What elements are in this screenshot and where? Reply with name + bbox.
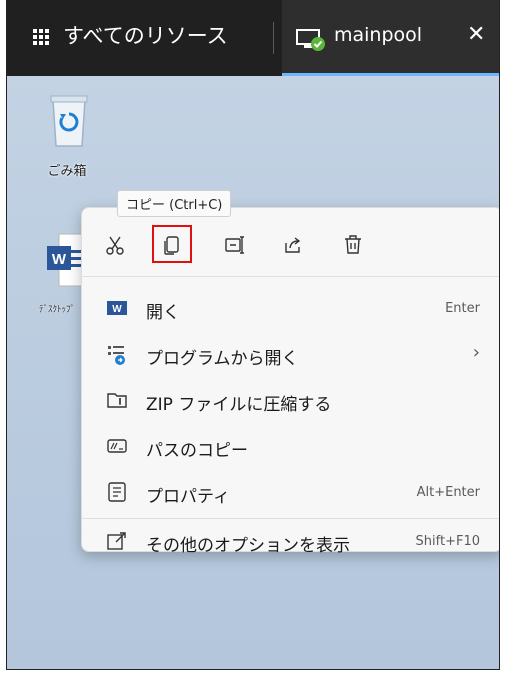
- svg-text:W: W: [52, 251, 67, 268]
- menu-item-label: ZIP ファイルに圧縮する: [146, 395, 332, 415]
- apps-grid-icon[interactable]: [33, 29, 49, 45]
- tab-label: mainpool: [334, 24, 423, 46]
- menu-item-open[interactable]: W 開く Enter: [82, 288, 499, 328]
- share-button[interactable]: [278, 230, 308, 260]
- open-with-icon: [108, 346, 125, 365]
- virtual-machine-icon: [296, 29, 325, 51]
- copy-button-highlight: [152, 225, 192, 263]
- copy-tooltip: コピー (Ctrl+C): [117, 190, 232, 217]
- remote-desktop-window: すべてのリソース mainpool ✕ ごみ箱 W ﾃﾞｽｸﾄｯﾌﾟ コピー (…: [6, 0, 500, 670]
- menu-item-copy-path[interactable]: パスのコピー: [82, 426, 499, 466]
- recycle-bin-icon[interactable]: [47, 90, 91, 150]
- cut-button[interactable]: [100, 230, 130, 260]
- trash-icon: [345, 235, 361, 254]
- top-bar: すべてのリソース mainpool ✕: [7, 0, 499, 76]
- zip-folder-icon: [107, 393, 127, 408]
- menu-item-label: その他のオプションを表示: [146, 536, 350, 556]
- tab-mainpool[interactable]: mainpool ✕: [282, 0, 499, 76]
- menu-item-label: プロパティ: [146, 487, 230, 507]
- menu-item-shortcut: Shift+F10: [415, 534, 480, 549]
- rename-button[interactable]: [220, 230, 250, 260]
- menu-separator: [82, 276, 499, 277]
- svg-text:W: W: [112, 304, 122, 315]
- copy-path-icon: [107, 439, 127, 453]
- menu-item-shortcut: Alt+Enter: [416, 485, 480, 500]
- menu-item-open-with[interactable]: プログラムから開く ›: [82, 334, 499, 374]
- menu-item-shortcut: Enter: [445, 301, 480, 316]
- close-tab-button[interactable]: ✕: [467, 22, 485, 47]
- word-icon: W: [107, 301, 127, 315]
- more-options-icon: [107, 532, 126, 550]
- recycle-bin-label: ごみ箱: [47, 164, 87, 179]
- tab-all-resources[interactable]: すべてのリソース: [63, 20, 228, 50]
- menu-item-label: プログラムから開く: [146, 349, 299, 369]
- share-icon: [285, 237, 301, 253]
- menu-item-more-options[interactable]: その他のオプションを表示 Shift+F10: [82, 506, 499, 556]
- scissors-icon: [106, 236, 124, 255]
- context-menu: W 開く Enter プログラムから開く › ZIP ファイルに圧縮する パスの…: [81, 207, 499, 556]
- rename-icon: [225, 236, 244, 254]
- menu-item-label: 開く: [146, 303, 180, 323]
- menu-item-compress-zip[interactable]: ZIP ファイルに圧縮する: [82, 380, 499, 420]
- tab-divider: [273, 22, 274, 54]
- properties-icon: [108, 482, 126, 502]
- menu-item-label: パスのコピー: [146, 441, 248, 461]
- delete-button[interactable]: [338, 230, 368, 260]
- submenu-chevron-icon: ›: [472, 342, 480, 363]
